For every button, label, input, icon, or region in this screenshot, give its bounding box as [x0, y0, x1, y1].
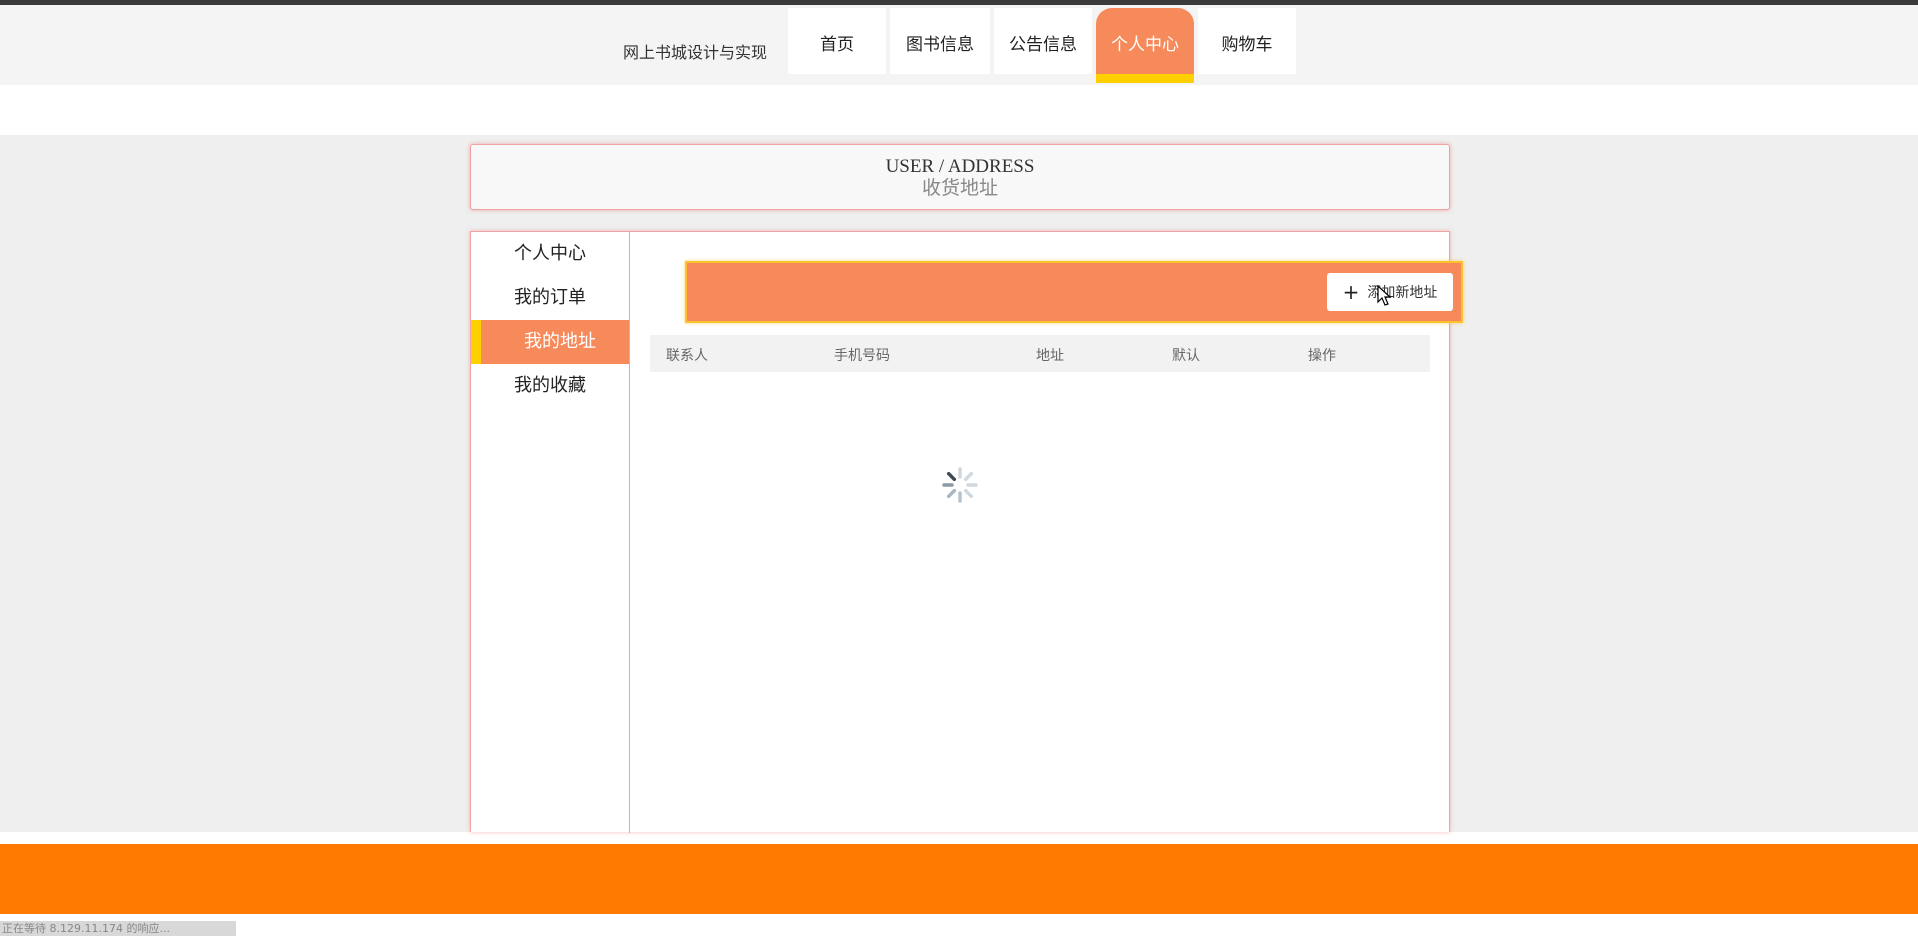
nav-cart[interactable]: 购物车 — [1198, 8, 1296, 74]
sidebar-item-user-center[interactable]: 个人中心 — [471, 232, 629, 276]
page-title-en: USER / ADDRESS — [885, 156, 1035, 177]
column-header-phone: 手机号码 — [834, 348, 890, 364]
address-toolbar: + 添加新地址 — [685, 261, 1463, 323]
sidebar-item-orders[interactable]: 我的订单 — [471, 276, 629, 320]
site-title: 网上书城设计与实现 — [623, 43, 768, 62]
sidebar-item-address[interactable]: 我的地址 — [471, 320, 629, 364]
column-header-actions: 操作 — [1308, 348, 1336, 364]
sidebar-item-favorites[interactable]: 我的收藏 — [471, 364, 629, 408]
navbar: 网上书城设计与实现 首页 图书信息 公告信息 个人中心 购物车 — [0, 5, 1918, 85]
nav-books[interactable]: 图书信息 — [890, 8, 990, 74]
nav-home[interactable]: 首页 — [788, 8, 886, 74]
nav-notices[interactable]: 公告信息 — [994, 8, 1092, 74]
column-header-address: 地址 — [1036, 348, 1064, 364]
page-header: USER / ADDRESS 收货地址 — [470, 144, 1450, 210]
column-header-default: 默认 — [1172, 348, 1200, 364]
plus-icon: + — [1342, 280, 1360, 304]
page-title-cn: 收货地址 — [921, 178, 998, 199]
footer — [0, 844, 1918, 914]
spinner-icon — [942, 467, 978, 503]
sidebar: 个人中心 我的订单 我的地址 我的收藏 — [471, 232, 630, 833]
nav-user-center[interactable]: 个人中心 — [1096, 8, 1194, 83]
address-table-header: 联系人 手机号码 地址 默认 操作 — [650, 335, 1430, 372]
column-header-contact: 联系人 — [666, 348, 708, 364]
browser-status-bar: 正在等待 8.129.11.174 的响应... — [0, 921, 236, 936]
mouse-cursor-icon — [1377, 285, 1392, 306]
